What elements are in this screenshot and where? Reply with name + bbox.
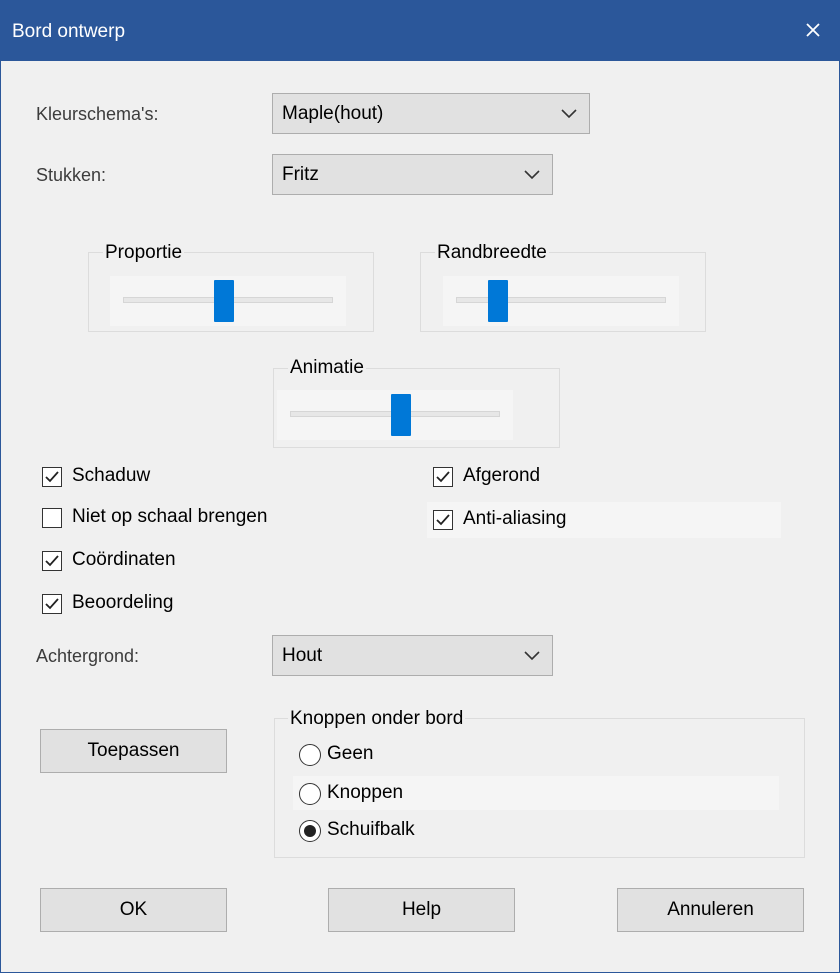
buttons-below-board-title: Knoppen onder bord (288, 708, 466, 730)
proportion-title: Proportie (103, 242, 185, 264)
title-bar[interactable]: Bord ontwerp (1, 1, 839, 61)
color-scheme-label: Kleurschema's: (36, 104, 159, 124)
shadow-checkbox-box[interactable] (42, 467, 62, 487)
close-icon (806, 23, 820, 37)
rating-checkbox[interactable]: Beoordeling (42, 592, 222, 618)
animation-title: Animatie (288, 357, 366, 379)
border-width-title: Randbreedte (435, 242, 549, 264)
radio-schuifbalk[interactable]: Schuifbalk (299, 819, 479, 845)
coordinates-label: Coördinaten (72, 549, 176, 570)
animation-slider[interactable] (277, 390, 513, 440)
chevron-down-icon (561, 109, 577, 119)
radio-knoppen-label: Knoppen (327, 782, 404, 803)
pieces-label: Stukken: (36, 165, 107, 185)
radio-schuifbalk-label: Schuifbalk (327, 819, 415, 840)
anti-aliasing-checkbox-box[interactable] (433, 510, 453, 530)
rounded-checkbox-box[interactable] (433, 467, 453, 487)
check-icon (45, 598, 59, 610)
rating-checkbox-box[interactable] (42, 594, 62, 614)
rounded-checkbox[interactable]: Afgerond (433, 465, 593, 491)
no-scaling-label: Niet op schaal brengen (72, 506, 268, 527)
coordinates-checkbox-box[interactable] (42, 551, 62, 571)
help-button[interactable]: Help (328, 888, 515, 932)
rating-label: Beoordeling (72, 592, 174, 613)
board-design-dialog: Bord ontwerp Kleurschema's: Maple(hout) … (0, 0, 840, 973)
border-width-thumb[interactable] (488, 280, 509, 322)
check-icon (436, 514, 450, 526)
check-icon (45, 555, 59, 567)
apply-button[interactable]: Toepassen (40, 729, 227, 773)
anti-aliasing-label: Anti-aliasing (463, 508, 567, 529)
color-scheme-dropdown[interactable]: Maple(hout) (272, 93, 590, 134)
pieces-dropdown[interactable]: Fritz (272, 154, 553, 195)
color-scheme-value: Maple(hout) (282, 103, 384, 124)
background-value: Hout (282, 645, 323, 666)
radio-geen-label: Geen (327, 743, 374, 764)
coordinates-checkbox[interactable]: Coördinaten (42, 549, 222, 575)
background-label: Achtergrond: (36, 646, 140, 666)
chevron-down-icon (524, 170, 540, 180)
radio-geen-circle[interactable] (299, 744, 321, 766)
radio-knoppen-circle[interactable] (299, 783, 321, 805)
proportion-thumb[interactable] (214, 280, 235, 322)
anti-aliasing-checkbox[interactable]: Anti-aliasing (433, 508, 633, 534)
radio-schuifbalk-circle[interactable] (299, 820, 321, 842)
close-button[interactable] (787, 1, 839, 61)
radio-geen[interactable]: Geen (299, 743, 459, 769)
no-scaling-checkbox[interactable]: Niet op schaal brengen (42, 506, 332, 532)
check-icon (436, 471, 450, 483)
radio-knoppen[interactable]: Knoppen (299, 782, 459, 808)
window-title: Bord ontwerp (12, 21, 126, 42)
background-dropdown[interactable]: Hout (272, 635, 553, 676)
no-scaling-checkbox-box[interactable] (42, 508, 62, 528)
cancel-button[interactable]: Annuleren (617, 888, 804, 932)
chevron-down-icon (524, 651, 540, 661)
border-width-slider[interactable] (443, 276, 679, 326)
rounded-label: Afgerond (463, 465, 541, 486)
shadow-checkbox[interactable]: Schaduw (42, 465, 202, 491)
pieces-value: Fritz (282, 164, 319, 185)
check-icon (45, 471, 59, 483)
animation-thumb[interactable] (390, 394, 411, 436)
proportion-slider[interactable] (110, 276, 346, 326)
radio-selected-dot (304, 825, 316, 837)
shadow-label: Schaduw (72, 465, 151, 486)
ok-button[interactable]: OK (40, 888, 227, 932)
